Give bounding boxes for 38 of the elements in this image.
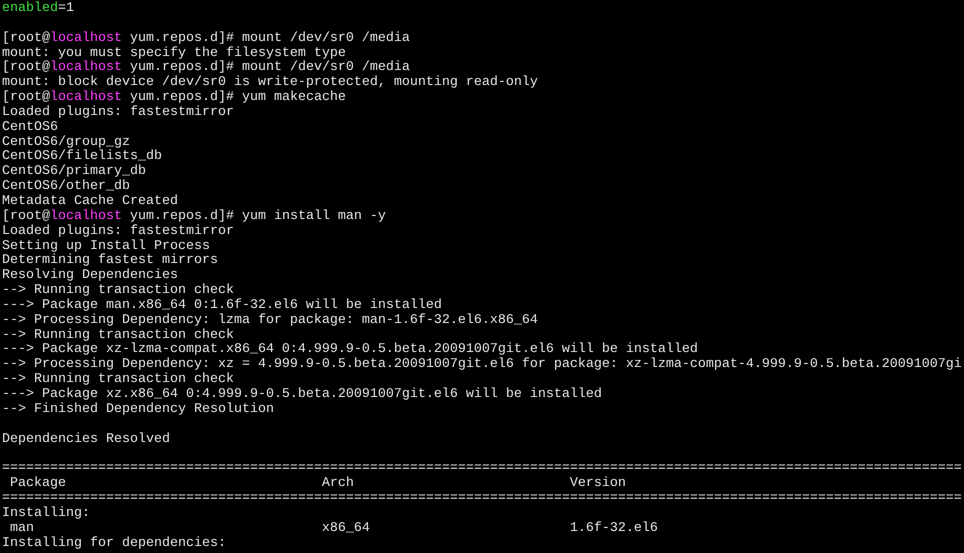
terminal-line: Setting up Install Process [2,240,210,254]
terminal-line: CentOS6 [2,120,58,135]
terminal-line: Resolving Dependencies [2,269,178,284]
terminal-line: mount: block device /dev/sr0 is write-protected, mounting read-only [2,76,538,90]
terminal-line: [root@localhost yum.repos.d]# mount /dev/sr0 /media [2,32,410,46]
terminal-line: Dependencies Resolved [2,432,170,448]
terminal-line: ---> Package xz.x86_64 0:4.999.9-0.5.beta.20091007git.el6 will be installed [2,388,602,402]
separator-line: ======================================================================================================================== [2,492,962,506]
terminal-line: Metadata Cache Created [2,195,178,210]
column-header: Arch [320,477,354,492]
terminal-line: ---> Package xz-lzma-compat.x86_64 0:4.999.9-0.5.beta.20091007git.el6 will be installed [2,343,698,358]
terminal-line: CentOS6/filelists_db [2,150,162,164]
terminal-line: CentOS6/other_db [2,180,130,194]
column-header: Package [8,477,66,492]
terminal-line: enabled=1 [2,2,74,17]
terminal-line: ---> Package man.x86_64 0:1.6f-32.el6 will be installed [2,298,442,313]
table-cell-text: x86_64 [320,522,370,537]
terminal-line: Loaded plugins: fastestmirror [2,224,234,239]
terminal-line: mount: you must specify the filesystem type [2,46,346,61]
separator-line: ======================================================================================================================== [2,462,962,476]
terminal-line: --> Processing Dependency: lzma for package: man-1.6f-32.el6.x86_64 [2,314,538,328]
terminal-line: --> Running transaction check [2,373,234,388]
terminal-line: --> Running transaction check [2,284,234,298]
table-cell-text: man [8,522,34,536]
terminal-line: Installing: [2,506,90,522]
terminal-line: Loaded plugins: fastestmirror [2,106,234,121]
terminal-line: --> Processing Dependency: xz = 4.999.9-0.5.beta.20091007git.el6 for package: xz-lzma-compat-4.999.9-0.5.beta.20091007gi [2,358,962,372]
terminal-line: --> Finished Dependency Resolution [2,402,274,418]
terminal-line: CentOS6/primary_db [2,165,146,180]
column-header: Version [568,477,626,492]
terminal-line: Determining fastest mirrors [2,254,218,268]
terminal-line: [root@localhost yum.repos.d]# yum install man -y [2,210,386,224]
terminal-line: [root@localhost yum.repos.d]# yum makecache [2,91,346,106]
terminal-line: CentOS6/group_gz [2,136,130,150]
terminal-line: [root@localhost yum.repos.d]# mount /dev/sr0 /media [2,61,410,76]
table-cell-text: 1.6f-32.el6 [568,522,658,537]
terminal-line: Installing for dependencies: [2,536,226,552]
terminal-line: --> Running transaction check [2,328,234,343]
